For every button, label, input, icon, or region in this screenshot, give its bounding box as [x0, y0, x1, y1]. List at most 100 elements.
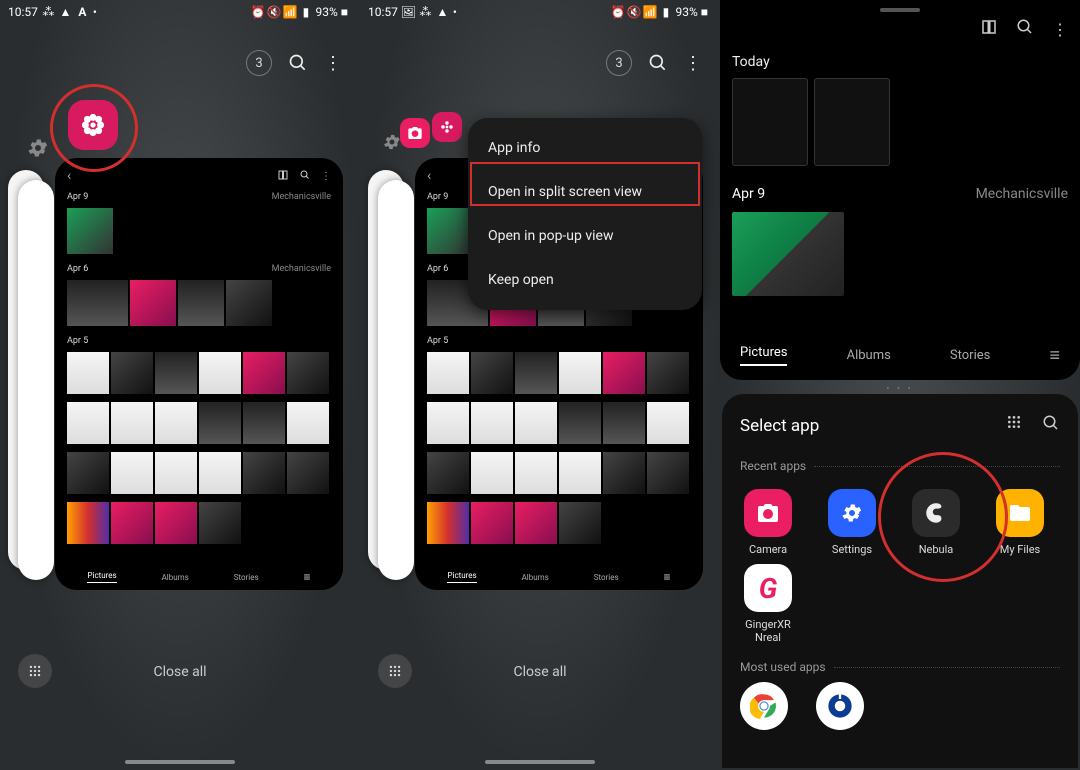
- thumbnail[interactable]: [199, 502, 241, 544]
- search-icon[interactable]: [1042, 414, 1060, 437]
- thumbnail[interactable]: [647, 452, 689, 494]
- thumbnail[interactable]: [67, 208, 113, 254]
- menu-popup-view[interactable]: Open in pop-up view: [468, 214, 702, 258]
- thumbnail[interactable]: [67, 280, 128, 326]
- thumbnail[interactable]: [427, 208, 473, 254]
- thumbnail[interactable]: [427, 452, 469, 494]
- thumbnail[interactable]: [67, 402, 109, 444]
- thumbnail[interactable]: [287, 352, 329, 394]
- menu-icon[interactable]: ≡: [1049, 345, 1060, 366]
- tab-pictures[interactable]: Pictures: [740, 345, 787, 366]
- tab-stories[interactable]: Stories: [594, 573, 619, 582]
- tab-stories[interactable]: Stories: [950, 348, 990, 363]
- thumbnail[interactable]: [471, 452, 513, 494]
- menu-keep-open[interactable]: Keep open: [468, 258, 702, 302]
- more-icon[interactable]: ⋮: [684, 53, 702, 74]
- camera-app-icon[interactable]: [400, 118, 430, 148]
- nav-pill[interactable]: [485, 760, 595, 764]
- menu-app-info[interactable]: App info: [468, 126, 702, 170]
- back-icon[interactable]: ‹: [427, 168, 431, 184]
- thumbnail[interactable]: [226, 280, 272, 326]
- app-chrome-icon[interactable]: [740, 682, 788, 730]
- drag-handle-icon[interactable]: [880, 8, 920, 12]
- search-icon[interactable]: [288, 53, 308, 73]
- thumbnail[interactable]: [515, 352, 557, 394]
- thumbnail[interactable]: [130, 280, 176, 326]
- grid-view-icon[interactable]: [1006, 414, 1022, 437]
- thumbnail[interactable]: [515, 402, 557, 444]
- layout-icon[interactable]: [980, 18, 998, 40]
- thumbnail[interactable]: [559, 402, 601, 444]
- thumbnail[interactable]: [814, 78, 890, 166]
- thumbnail[interactable]: [67, 352, 109, 394]
- card-search-icon[interactable]: [299, 169, 311, 184]
- layout-icon[interactable]: [277, 169, 289, 184]
- thumbnail[interactable]: [243, 452, 285, 494]
- recents-count[interactable]: 3: [606, 50, 632, 76]
- thumbnail[interactable]: [287, 402, 329, 444]
- search-icon[interactable]: [1016, 18, 1034, 40]
- thumbnail[interactable]: [155, 402, 197, 444]
- thumbnail[interactable]: [471, 502, 513, 544]
- thumbnail[interactable]: [111, 402, 153, 444]
- app-tile-camera[interactable]: Camera: [740, 489, 796, 556]
- thumbnail[interactable]: [647, 352, 689, 394]
- tab-stories[interactable]: Stories: [234, 573, 259, 582]
- thumbnail[interactable]: [287, 452, 329, 494]
- thumbnail[interactable]: [732, 78, 808, 166]
- photo-desk[interactable]: [732, 212, 844, 296]
- thumbnail[interactable]: [199, 452, 241, 494]
- thumbnail[interactable]: [67, 452, 109, 494]
- thumbnail[interactable]: [515, 502, 557, 544]
- card-more-icon[interactable]: ⋮: [321, 171, 331, 182]
- tab-albums[interactable]: Albums: [162, 573, 189, 582]
- thumbnail[interactable]: [427, 402, 469, 444]
- thumbnail[interactable]: [471, 352, 513, 394]
- close-all-button[interactable]: Close all: [0, 664, 360, 680]
- thumbnail[interactable]: [111, 502, 153, 544]
- recents-count[interactable]: 3: [246, 50, 272, 76]
- thumbnail[interactable]: [199, 352, 241, 394]
- thumbnail[interactable]: [603, 402, 645, 444]
- thumbnail[interactable]: [427, 352, 469, 394]
- app-tile-nebula[interactable]: Nebula: [908, 489, 964, 556]
- thumbnail[interactable]: [471, 402, 513, 444]
- thumbnail[interactable]: [515, 452, 557, 494]
- thumbnail[interactable]: [111, 452, 153, 494]
- thumbnail[interactable]: [155, 352, 197, 394]
- app-tile-myfiles[interactable]: My Files: [992, 489, 1048, 556]
- thumbnail[interactable]: [559, 502, 601, 544]
- gallery-app-icon[interactable]: [68, 100, 118, 150]
- menu-icon[interactable]: ≡: [664, 570, 671, 584]
- tab-albums[interactable]: Albums: [847, 348, 891, 363]
- nav-pill[interactable]: [125, 760, 235, 764]
- thumbnail[interactable]: [559, 352, 601, 394]
- back-icon[interactable]: ‹: [67, 168, 71, 184]
- thumbnail[interactable]: [427, 502, 469, 544]
- background-card-a[interactable]: [378, 180, 414, 580]
- background-card-a[interactable]: [18, 180, 54, 580]
- gallery-app-icon-small[interactable]: [432, 112, 462, 142]
- more-icon[interactable]: ⋮: [324, 53, 342, 74]
- thumbnail[interactable]: [559, 452, 601, 494]
- thumbnail[interactable]: [603, 352, 645, 394]
- thumbnail[interactable]: [603, 452, 645, 494]
- tab-pictures[interactable]: Pictures: [87, 571, 116, 583]
- thumbnail[interactable]: [243, 352, 285, 394]
- app-tile-settings[interactable]: Settings: [824, 489, 880, 556]
- tab-albums[interactable]: Albums: [522, 573, 549, 582]
- thumbnail[interactable]: [243, 402, 285, 444]
- app-tile-gingerxr[interactable]: G GingerXR Nreal: [740, 564, 796, 644]
- close-all-button[interactable]: Close all: [360, 664, 720, 680]
- more-icon[interactable]: ⋮: [1052, 20, 1068, 39]
- thumbnail[interactable]: [178, 280, 224, 326]
- split-divider-handle-icon[interactable]: • • •: [886, 384, 913, 393]
- thumbnail[interactable]: [155, 502, 197, 544]
- thumbnail[interactable]: [647, 402, 689, 444]
- search-icon[interactable]: [648, 53, 668, 73]
- thumbnail[interactable]: [67, 502, 109, 544]
- app-authenticator-icon[interactable]: [816, 682, 864, 730]
- thumbnail[interactable]: [155, 452, 197, 494]
- menu-icon[interactable]: ≡: [304, 570, 311, 584]
- menu-split-view[interactable]: Open in split screen view: [468, 170, 702, 214]
